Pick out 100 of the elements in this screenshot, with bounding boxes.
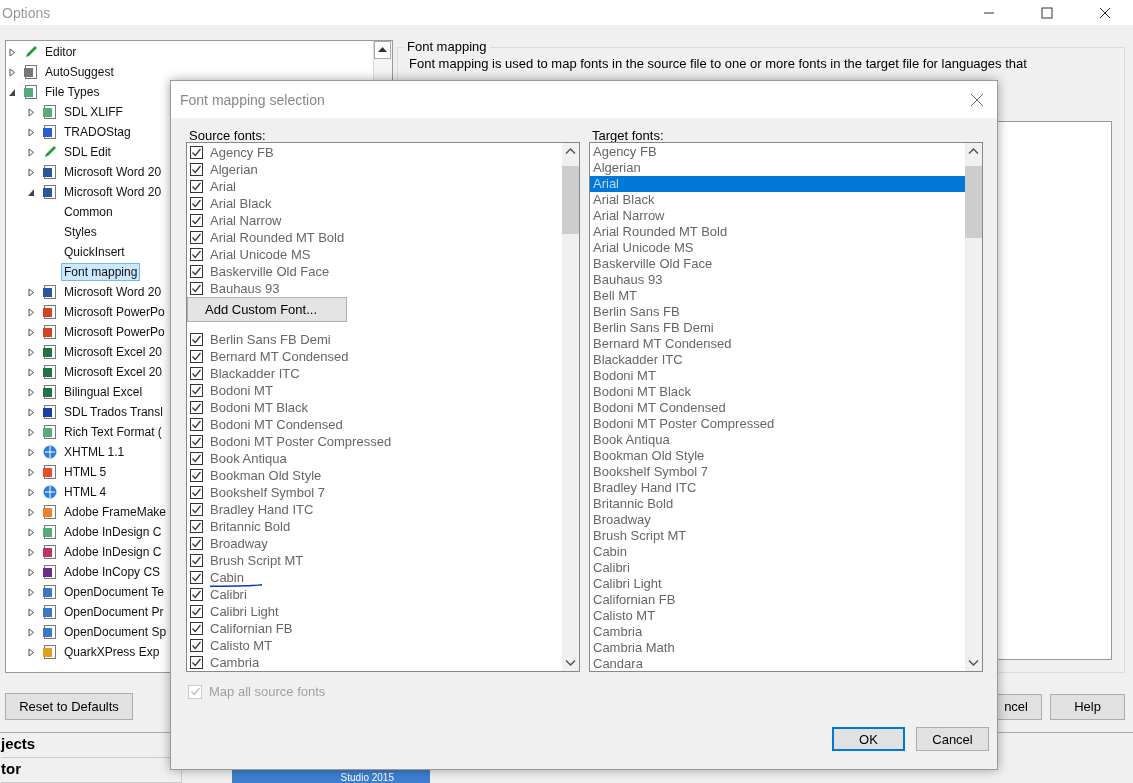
tree-item[interactable]: Adobe InDesign C	[61, 523, 165, 541]
expand-arrow-icon[interactable]	[28, 327, 35, 337]
expand-arrow-icon[interactable]	[28, 387, 35, 397]
list-item[interactable]: Cambria Math	[590, 640, 965, 656]
checkbox[interactable]	[190, 469, 203, 482]
expand-arrow-icon[interactable]	[28, 527, 35, 537]
list-item[interactable]: Cambria	[590, 624, 965, 640]
checkbox[interactable]	[190, 588, 203, 601]
checkbox[interactable]	[190, 537, 203, 550]
expand-arrow-icon[interactable]	[28, 647, 35, 657]
list-item[interactable]: Brush Script MT	[590, 528, 965, 544]
tree-item[interactable]: File Types	[42, 83, 103, 101]
checkbox[interactable]	[190, 622, 203, 635]
checkbox[interactable]	[190, 401, 203, 414]
maximize-icon[interactable]	[1041, 6, 1053, 19]
tree-item[interactable]: Rich Text Format (	[61, 423, 165, 441]
tree-item[interactable]: Microsoft PowerPo	[61, 323, 168, 341]
list-item[interactable]: Blackadder ITC	[590, 352, 965, 368]
list-item[interactable]: Bauhaus 93	[590, 272, 965, 288]
tree-item[interactable]: Adobe FrameMake	[61, 503, 170, 521]
list-item[interactable]: Bodoni MT Black	[590, 384, 965, 400]
list-item[interactable]: Bookshelf Symbol 7	[590, 464, 965, 480]
expand-arrow-icon[interactable]	[28, 147, 35, 157]
list-item[interactable]: Agency FB	[590, 144, 965, 160]
checkbox[interactable]	[190, 435, 203, 448]
list-item[interactable]: Cabin	[590, 544, 965, 560]
scrollbar-thumb[interactable]	[562, 166, 579, 234]
expand-arrow-icon[interactable]	[28, 587, 35, 597]
list-item[interactable]: Baskerville Old Face	[590, 256, 965, 272]
checkbox[interactable]	[190, 452, 203, 465]
expand-arrow-icon[interactable]	[28, 287, 35, 297]
tree-item[interactable]: Common	[61, 203, 116, 221]
checkbox[interactable]	[190, 163, 203, 176]
close-icon[interactable]	[970, 92, 984, 107]
list-item[interactable]: Algerian	[590, 160, 965, 176]
expand-arrow-icon[interactable]	[28, 107, 35, 117]
tree-item[interactable]: Microsoft Word 20	[61, 183, 165, 201]
list-item[interactable]: Calisto MT	[590, 608, 965, 624]
expand-arrow-icon[interactable]	[28, 547, 35, 557]
expand-arrow-icon[interactable]	[28, 607, 35, 617]
list-item[interactable]: Bookman Old Style	[590, 448, 965, 464]
scroll-up-button[interactable]	[374, 41, 391, 59]
tree-item[interactable]: Editor	[42, 43, 80, 61]
checkbox[interactable]	[190, 520, 203, 533]
tree-item[interactable]: HTML 5	[61, 463, 110, 481]
expand-arrow-icon[interactable]	[28, 167, 35, 177]
tree-item[interactable]: OpenDocument Sp	[61, 623, 170, 641]
checkbox[interactable]	[190, 571, 203, 584]
tree-item[interactable]: Adobe InDesign C	[61, 543, 165, 561]
tree-item[interactable]: OpenDocument Te	[61, 583, 167, 601]
tree-item[interactable]: Bilingual Excel	[61, 383, 146, 401]
dialog-button[interactable]: Cancel	[916, 727, 989, 751]
checkbox[interactable]	[190, 214, 203, 227]
list-item[interactable]: Arial Unicode MS	[590, 240, 965, 256]
tree-item[interactable]: Microsoft Excel 20	[61, 363, 166, 381]
checkbox[interactable]	[190, 486, 203, 499]
list-item[interactable]: Candara	[590, 656, 965, 672]
expand-arrow-icon[interactable]	[28, 447, 35, 457]
checkbox[interactable]	[190, 503, 203, 516]
checkbox[interactable]	[190, 384, 203, 397]
tree-item[interactable]: SDL Trados Transl	[61, 403, 166, 421]
list-item[interactable]: Bell MT	[590, 288, 965, 304]
list-item[interactable]: Bodoni MT	[590, 368, 965, 384]
expand-arrow-icon[interactable]	[9, 67, 16, 77]
list-item[interactable]: Californian FB	[590, 592, 965, 608]
reset-to-defaults-button[interactable]: Reset to Defaults	[5, 693, 133, 720]
expand-arrow-icon[interactable]	[9, 47, 16, 57]
checkbox[interactable]	[190, 282, 203, 295]
tree-item[interactable]: XHTML 1.1	[61, 443, 128, 461]
tree-item[interactable]: SDL XLIFF	[61, 103, 126, 121]
checkbox[interactable]	[190, 605, 203, 618]
scrollbar-thumb[interactable]	[965, 166, 982, 238]
list-item[interactable]: Arial Rounded MT Bold	[590, 224, 965, 240]
checkbox[interactable]	[190, 367, 203, 380]
list-item[interactable]: Bodoni MT Poster Compressed	[590, 416, 965, 432]
list-item[interactable]: Arial Black	[590, 192, 965, 208]
expand-arrow-icon[interactable]	[28, 487, 35, 497]
collapse-arrow-icon[interactable]	[9, 87, 16, 97]
tree-item[interactable]: OpenDocument Pr	[61, 603, 167, 621]
list-item[interactable]: Bernard MT Condensed	[590, 336, 965, 352]
expand-arrow-icon[interactable]	[28, 127, 35, 137]
list-item[interactable]: Calibri	[590, 560, 965, 576]
tree-item[interactable]: Microsoft Excel 20	[61, 343, 166, 361]
checkbox[interactable]	[190, 146, 203, 159]
tree-item[interactable]: TRADOStag	[61, 123, 134, 141]
collapse-arrow-icon[interactable]	[28, 187, 35, 197]
checkbox[interactable]	[190, 197, 203, 210]
expand-arrow-icon[interactable]	[28, 347, 35, 357]
expand-arrow-icon[interactable]	[28, 507, 35, 517]
list-item[interactable]: Calibri Light	[590, 576, 965, 592]
tree-item[interactable]: Font mapping	[61, 263, 141, 281]
expand-arrow-icon[interactable]	[28, 367, 35, 377]
list-item[interactable]: Arial Narrow	[590, 208, 965, 224]
checkbox[interactable]	[190, 180, 203, 193]
checkbox[interactable]	[190, 333, 203, 346]
tree-item[interactable]: SDL Edit	[61, 143, 114, 161]
checkbox[interactable]	[190, 639, 203, 652]
checkbox[interactable]	[190, 265, 203, 278]
checkbox[interactable]	[190, 248, 203, 261]
menu-item[interactable]: Add Custom Font...	[187, 297, 347, 322]
